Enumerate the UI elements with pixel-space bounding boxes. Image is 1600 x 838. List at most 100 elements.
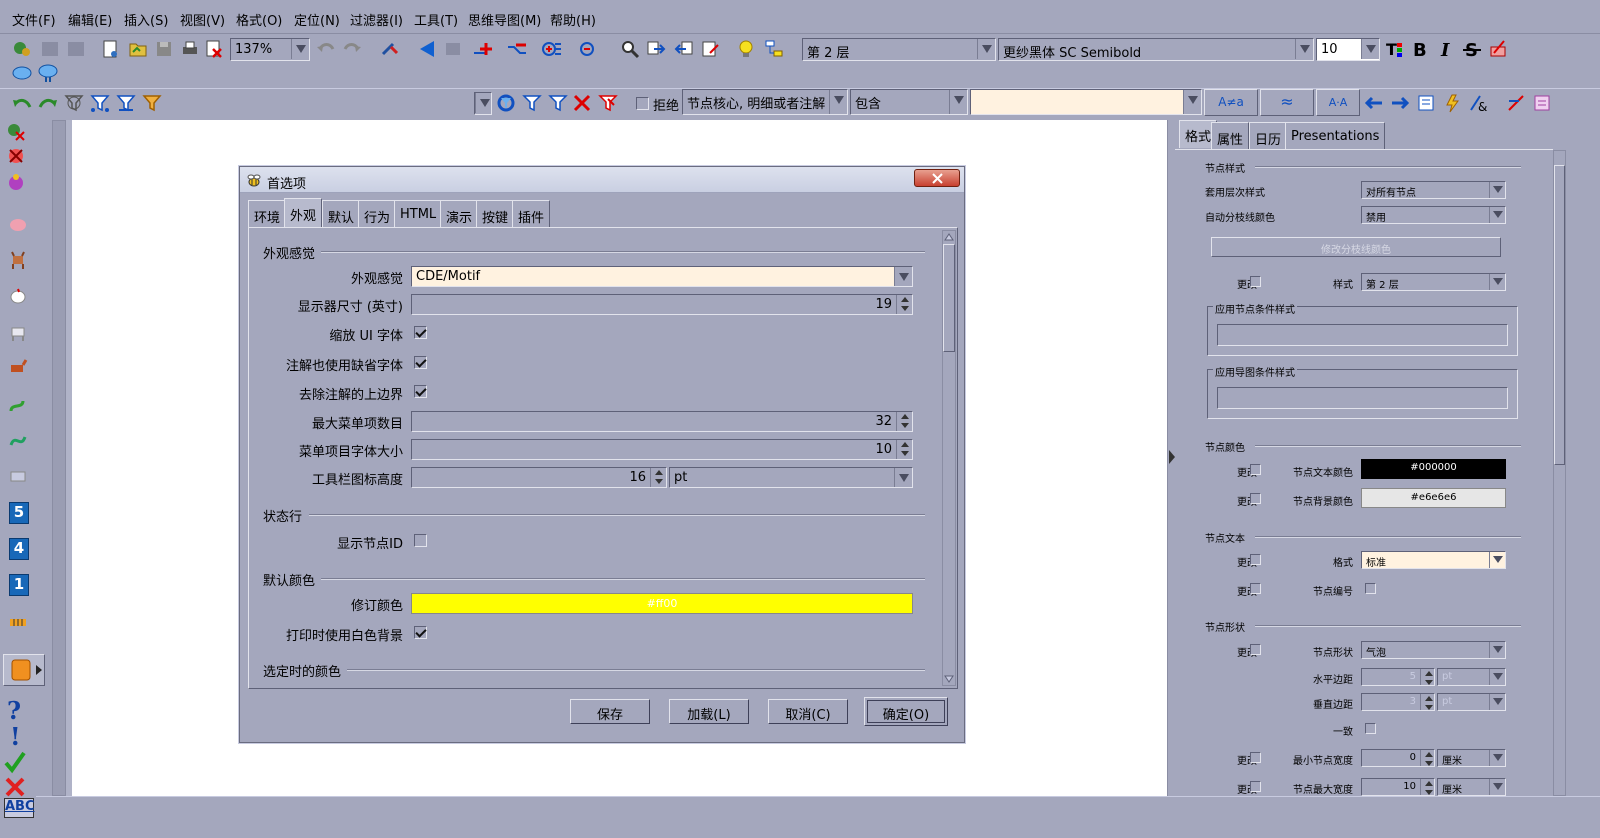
lookfeel-combo[interactable]: CDE/Motif bbox=[411, 266, 913, 287]
tab-plugins[interactable]: 插件 bbox=[512, 200, 551, 227]
replace-icon[interactable] bbox=[700, 39, 720, 59]
undo-icon[interactable] bbox=[316, 39, 336, 59]
vmargin-spinner[interactable]: 3 bbox=[1361, 693, 1435, 711]
close-map-icon[interactable] bbox=[204, 39, 224, 59]
auto-edge-combo[interactable]: 禁用 bbox=[1361, 206, 1506, 224]
tab-calendar[interactable]: 日历 bbox=[1249, 122, 1288, 149]
font-family-combo[interactable]: 更纱黑体 SC Semibold bbox=[998, 38, 1314, 61]
scrollbar-thumb[interactable] bbox=[943, 244, 955, 352]
cloud-icon[interactable] bbox=[12, 63, 32, 83]
font-size-combo[interactable]: 10 bbox=[1316, 38, 1380, 61]
deer-icon[interactable] bbox=[8, 250, 28, 270]
min-width-spinner[interactable]: 0 bbox=[1361, 749, 1435, 767]
menu-mindmap[interactable]: 思维导图(M) bbox=[468, 10, 541, 29]
spinner-arrows-icon[interactable] bbox=[650, 468, 666, 487]
show-node-id-checkbox[interactable] bbox=[414, 534, 427, 547]
filter-mode-combo[interactable]: 包含 bbox=[850, 89, 968, 115]
monitor-size-spinner[interactable]: 19 bbox=[411, 294, 913, 315]
find-next-icon[interactable] bbox=[646, 39, 666, 59]
pig-icon[interactable] bbox=[8, 214, 28, 234]
menu-insert[interactable]: 插入(S) bbox=[124, 10, 168, 29]
ok-button[interactable]: 确定(O) bbox=[864, 697, 948, 726]
priority-4-icon[interactable]: 4 bbox=[9, 538, 29, 560]
menu-help[interactable]: 帮助(H) bbox=[550, 10, 596, 29]
toolbar-icon-unit-combo[interactable]: pt bbox=[669, 467, 913, 488]
change-max-width-checkbox[interactable] bbox=[1250, 781, 1261, 792]
dialog-scrollbar[interactable] bbox=[942, 230, 956, 686]
min-width-unit-combo[interactable]: 厘米 bbox=[1437, 749, 1506, 767]
exclamation-icon[interactable]: ! bbox=[5, 724, 27, 748]
filter-edit-icon[interactable] bbox=[548, 93, 568, 113]
shape-combo[interactable]: 气泡 bbox=[1361, 641, 1506, 659]
bold-icon[interactable]: B bbox=[1410, 39, 1430, 59]
goat-icon[interactable] bbox=[8, 322, 28, 342]
cancel-button[interactable]: 取消(C) bbox=[768, 699, 848, 724]
chevron-down-icon[interactable] bbox=[894, 468, 912, 487]
change-bg-color-checkbox[interactable] bbox=[1250, 493, 1261, 504]
spinner-arrows-icon[interactable] bbox=[1420, 750, 1434, 766]
change-text-color-checkbox[interactable] bbox=[1250, 464, 1261, 475]
max-menu-items-spinner[interactable]: 32 bbox=[411, 411, 913, 432]
bg-color-swatch[interactable]: #e6e6e6 bbox=[1361, 488, 1506, 508]
new-file-icon[interactable] bbox=[100, 39, 120, 59]
toolbar-icon-height-spinner[interactable]: 16 bbox=[411, 467, 667, 488]
disabled-icon[interactable] bbox=[66, 39, 86, 59]
spinner-arrows-icon[interactable] bbox=[1420, 779, 1434, 795]
chevron-down-icon[interactable] bbox=[1295, 39, 1313, 59]
tab-behavior[interactable]: 行为 bbox=[358, 200, 397, 227]
chevron-down-icon[interactable] bbox=[1489, 207, 1505, 223]
regex-button[interactable]: A·A bbox=[1316, 89, 1360, 116]
properties-icon[interactable] bbox=[1532, 93, 1552, 113]
change-shape-checkbox[interactable] bbox=[1250, 644, 1261, 655]
outline-icon[interactable] bbox=[1416, 93, 1436, 113]
check-icon[interactable] bbox=[4, 750, 26, 774]
find-icon[interactable] bbox=[620, 39, 640, 59]
scroll-down-icon[interactable] bbox=[944, 674, 954, 684]
tab-html[interactable]: HTML bbox=[394, 200, 443, 227]
cloud-color-icon[interactable] bbox=[38, 63, 58, 83]
spinner-arrows-icon[interactable] bbox=[896, 295, 912, 314]
spinner-arrows-icon[interactable] bbox=[1420, 669, 1434, 685]
sheep-icon[interactable] bbox=[8, 466, 28, 486]
change-format-checkbox[interactable] bbox=[1250, 554, 1261, 565]
format-combo[interactable]: 标准 bbox=[1361, 551, 1506, 569]
chevron-down-icon[interactable] bbox=[1489, 182, 1505, 198]
menu-tools[interactable]: 工具(T) bbox=[414, 10, 458, 29]
chevron-down-icon[interactable] bbox=[1489, 274, 1505, 290]
apply-level-combo[interactable]: 对所有节点 bbox=[1361, 181, 1506, 199]
menu-navigate[interactable]: 定位(N) bbox=[294, 10, 340, 29]
load-button[interactable]: 加载(L) bbox=[669, 699, 749, 724]
uniform-checkbox[interactable] bbox=[1365, 723, 1376, 734]
chevron-down-icon[interactable] bbox=[1183, 90, 1201, 114]
question-icon[interactable]: ? bbox=[5, 698, 27, 722]
chevron-down-icon[interactable] bbox=[1361, 39, 1379, 59]
menu-view[interactable]: 视图(V) bbox=[180, 10, 225, 29]
presentation-disabled-icon[interactable] bbox=[444, 39, 464, 59]
snake-icon[interactable] bbox=[8, 394, 28, 414]
print-icon[interactable] bbox=[180, 39, 200, 59]
chicken-icon[interactable] bbox=[8, 286, 28, 306]
level-combo[interactable]: 第 2 层 bbox=[802, 38, 996, 61]
max-width-spinner[interactable]: 10 bbox=[1361, 778, 1435, 796]
tab-defaults[interactable]: 默认 bbox=[322, 200, 361, 227]
chevron-down-icon[interactable] bbox=[1489, 779, 1505, 795]
dialog-close-button[interactable] bbox=[914, 169, 960, 187]
menu-file[interactable]: 文件(F) bbox=[12, 10, 56, 29]
scroll-up-icon[interactable] bbox=[944, 232, 954, 242]
chevron-down-icon[interactable] bbox=[1489, 669, 1505, 685]
open-map-icon[interactable] bbox=[12, 39, 32, 59]
lightbulb-icon[interactable] bbox=[736, 39, 756, 59]
tab-appearance[interactable]: 外观 bbox=[284, 198, 323, 228]
change-numbering-checkbox[interactable] bbox=[1250, 583, 1261, 594]
remove-note-top-checkbox[interactable] bbox=[414, 385, 427, 398]
canvas-vertical-scrollbar[interactable] bbox=[52, 120, 66, 796]
forward-icon[interactable] bbox=[38, 93, 58, 113]
approximate-button[interactable]: ≈ bbox=[1260, 89, 1314, 116]
chevron-down-icon[interactable] bbox=[1489, 750, 1505, 766]
filter-highlight-icon[interactable] bbox=[142, 93, 162, 113]
priority-5-icon[interactable]: 5 bbox=[9, 502, 29, 524]
move-left-icon[interactable] bbox=[1364, 93, 1384, 113]
menu-filter[interactable]: 过滤器(I) bbox=[350, 10, 403, 29]
scrollbar-thumb[interactable] bbox=[1554, 165, 1565, 465]
chevron-down-icon[interactable] bbox=[291, 39, 309, 59]
